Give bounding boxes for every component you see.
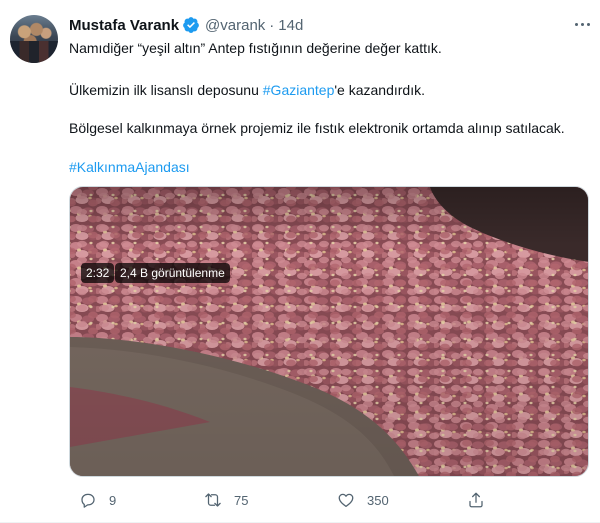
like-button[interactable]: 350: [337, 488, 389, 512]
reply-count: 9: [109, 492, 117, 508]
more-icon[interactable]: [570, 12, 594, 36]
tweet-actions: 9 75 350: [69, 488, 589, 512]
tweet-text-line-1: Namıdiğer “yeşil altın” Antep fıstığının…: [69, 40, 442, 56]
pistachio-video-frame: [70, 187, 588, 476]
more-dot: [574, 22, 578, 26]
tweet-text-segment: 'e kazandırdık.: [334, 82, 425, 98]
tweet-header: Mustafa Varank @varank · 14d: [69, 14, 303, 36]
author-name[interactable]: Mustafa Varank: [69, 17, 179, 34]
reply-button[interactable]: 9: [79, 488, 116, 512]
hashtag-link-kalkinma[interactable]: #KalkınmaAjandası: [69, 158, 190, 176]
video-duration-badge: 2:32: [81, 263, 115, 283]
video-views-badge: 2,4 B görüntülenme: [115, 263, 230, 283]
author-handle[interactable]: @varank: [205, 17, 265, 34]
separator: ·: [269, 16, 275, 34]
heart-icon: [338, 493, 354, 508]
avatar-image: [10, 41, 58, 63]
tweet-text-line-3: Bölgesel kalkınmaya örnek projemiz ile f…: [69, 120, 565, 136]
like-count: 350: [367, 492, 389, 508]
share-button[interactable]: [467, 488, 485, 512]
tweet-text-segment: Ülkemizin ilk lisanslı deposunu: [69, 82, 263, 98]
retweet-button[interactable]: 75: [204, 488, 248, 512]
verified-badge-icon: [183, 17, 199, 33]
share-icon: [469, 492, 483, 508]
retweet-count: 75: [234, 492, 249, 508]
avatar[interactable]: [10, 15, 58, 63]
video-player[interactable]: [69, 186, 589, 477]
tweet[interactable]: Mustafa Varank @varank · 14d Namıdiğer “…: [0, 0, 600, 523]
timestamp[interactable]: 14d: [278, 17, 303, 34]
hashtag-link-gaziantep[interactable]: #Gaziantep: [263, 82, 335, 98]
more-dot: [586, 22, 590, 26]
retweet-icon: [205, 493, 221, 507]
reply-icon: [81, 493, 95, 508]
more-dot: [580, 22, 584, 26]
tweet-text-line-2: Ülkemizin ilk lisanslı deposunu #Gaziant…: [69, 81, 425, 99]
